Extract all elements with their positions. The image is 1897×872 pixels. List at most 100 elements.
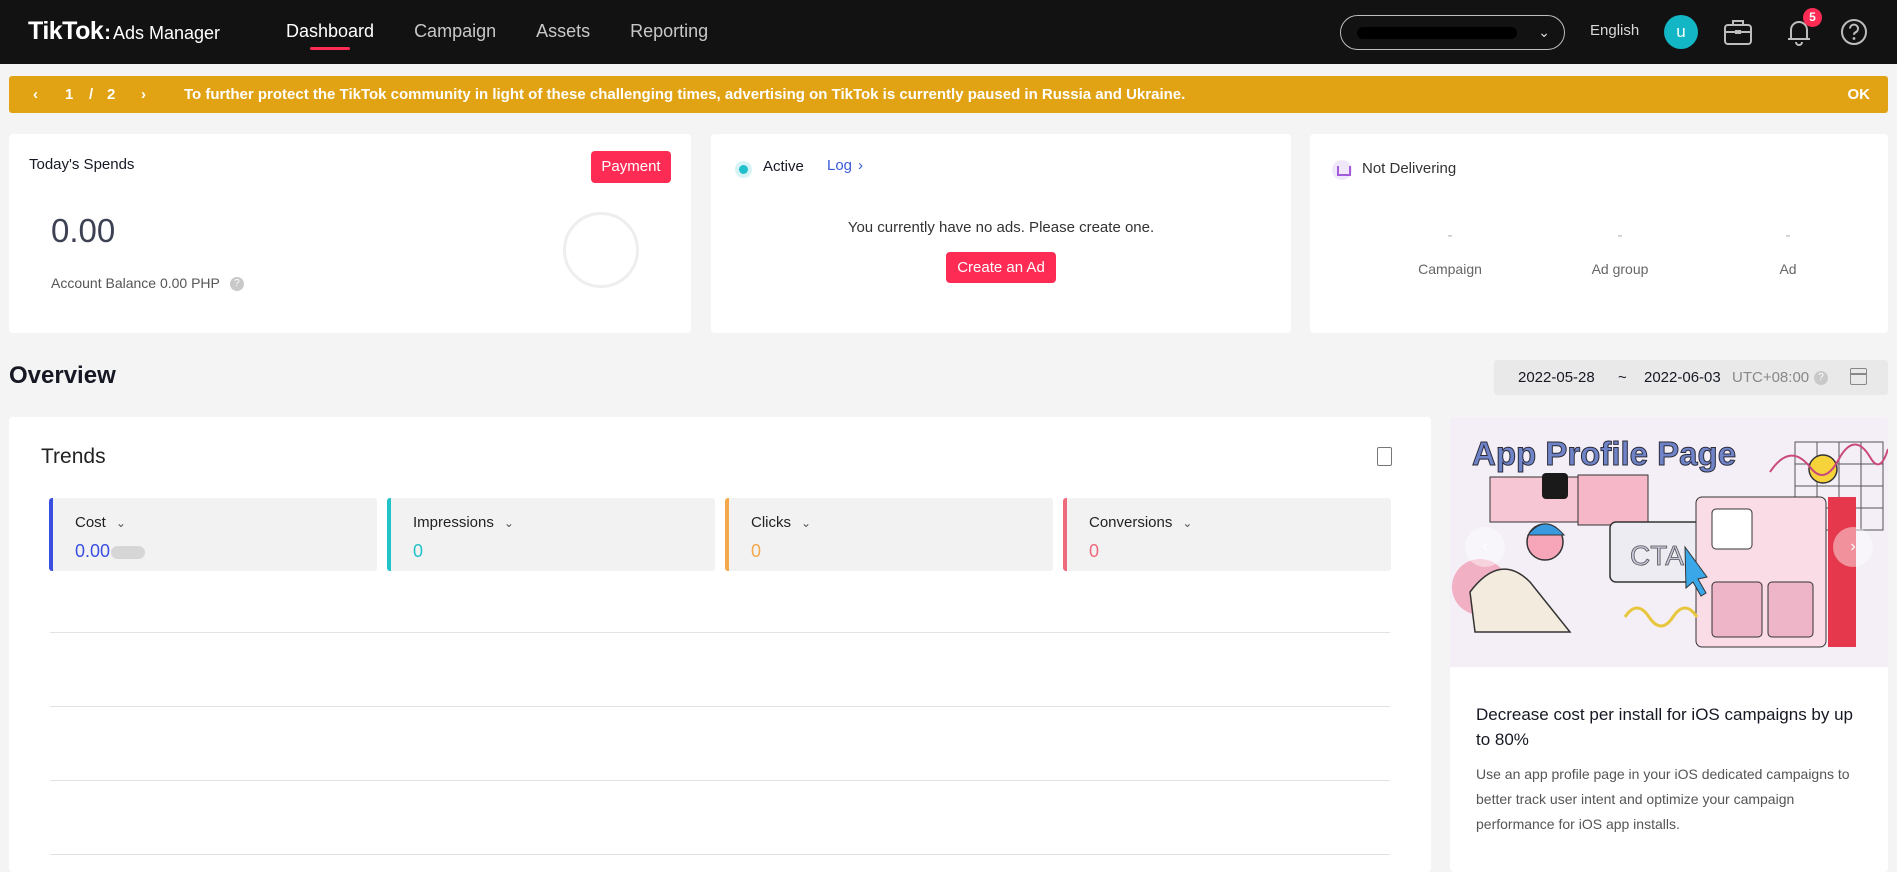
promo-art-title: App Profile Page xyxy=(1472,435,1736,472)
date-start[interactable]: 2022-05-28 xyxy=(1518,369,1595,386)
chart-gridline xyxy=(50,780,1390,781)
chevron-left-icon[interactable]: ‹ xyxy=(33,86,38,103)
metric-impressions-name[interactable]: Impressions ⌄ xyxy=(413,514,514,531)
metric-clicks-label: Clicks xyxy=(751,514,791,531)
metric-clicks-name[interactable]: Clicks ⌄ xyxy=(751,514,811,531)
chart-gridline xyxy=(50,854,1390,855)
info-icon[interactable]: ? xyxy=(229,277,244,292)
date-separator: ~ xyxy=(1618,369,1627,386)
timezone-label: UTC+08:00 xyxy=(1732,369,1810,386)
ad-group-stat[interactable]: - Ad group xyxy=(1560,227,1680,279)
promo-body: Use an app profile page in your iOS dedi… xyxy=(1476,766,1850,832)
user-avatar[interactable]: u xyxy=(1664,15,1698,49)
top-navigation: TikTok : Ads Manager Dashboard Campaign … xyxy=(0,0,1897,64)
tab-dashboard[interactable]: Dashboard xyxy=(286,0,374,64)
chart-gridline xyxy=(50,706,1390,707)
promo-banner[interactable]: App Profile Page CTA ‹ › Decrease cost p… xyxy=(1450,417,1888,872)
notice-page-current: 1 xyxy=(65,86,74,103)
chevron-down-icon: ⌄ xyxy=(801,516,812,530)
date-end[interactable]: 2022-06-03 xyxy=(1644,369,1721,386)
promo-illustration: App Profile Page CTA ‹ › xyxy=(1450,417,1888,667)
chevron-down-icon: ⌄ xyxy=(503,516,514,530)
campaign-stat-value: - xyxy=(1447,227,1453,244)
account-selector[interactable]: ⌄ xyxy=(1340,15,1565,50)
metric-conversions-value: 0 xyxy=(1089,541,1100,561)
chevron-down-icon: ⌄ xyxy=(1538,24,1550,40)
metric-cost-label: Cost xyxy=(75,514,106,531)
loading-placeholder xyxy=(111,545,146,559)
promo-headline: Decrease cost per install for iOS campai… xyxy=(1476,705,1854,749)
metric-cost[interactable]: Cost ⌄ 0.00 xyxy=(49,498,377,571)
campaign-stat-label: Campaign xyxy=(1418,261,1482,277)
active-ads-card: Active Log › You currently have no ads. P… xyxy=(711,134,1291,333)
tab-reporting[interactable]: Reporting xyxy=(630,0,708,64)
date-range-picker[interactable]: 2022-05-28 ~ 2022-06-03 UTC+08:00 ? xyxy=(1494,360,1888,395)
info-icon[interactable]: ? xyxy=(1814,371,1828,385)
ad-group-stat-value: - xyxy=(1617,227,1623,244)
payment-button[interactable]: Payment xyxy=(591,151,671,183)
promo-next-arrow[interactable]: › xyxy=(1833,527,1873,567)
metric-impressions-value: 0 xyxy=(413,541,424,561)
redacted-account-name xyxy=(1357,27,1517,39)
ad-stat[interactable]: - Ad xyxy=(1728,227,1848,279)
metric-clicks-value: 0 xyxy=(751,541,762,561)
chevron-down-icon: ⌄ xyxy=(1182,516,1193,530)
export-icon[interactable] xyxy=(1377,447,1392,466)
metric-conversions-name[interactable]: Conversions ⌄ xyxy=(1089,514,1192,531)
notice-ok-button[interactable]: OK xyxy=(1848,86,1871,103)
trends-panel: Trends Cost ⌄ 0.00 Impressions ⌄ 0 Clicks ⌄… xyxy=(9,417,1431,872)
promo-prev-arrow[interactable]: ‹ xyxy=(1465,527,1505,567)
no-ads-message: You currently have no ads. Please create… xyxy=(847,219,1155,236)
trends-title: Trends xyxy=(41,445,106,468)
metric-conversions-label: Conversions xyxy=(1089,514,1173,531)
chart-gridline xyxy=(50,632,1390,633)
notice-page-separator: / xyxy=(89,86,94,103)
ad-stat-value: - xyxy=(1785,227,1791,244)
metric-impressions-label: Impressions xyxy=(413,514,494,531)
metric-conversions[interactable]: Conversions ⌄ 0 xyxy=(1063,498,1391,571)
logo-colon: : xyxy=(104,22,111,44)
tab-campaign[interactable]: Campaign xyxy=(414,0,496,64)
announcement-bar: ‹ 1 / 2 › To further protect the TikTok … xyxy=(9,76,1888,113)
main-tabs: Dashboard Campaign Assets Reporting xyxy=(286,0,748,64)
active-status-icon xyxy=(735,161,752,178)
spend-amount: 0.00 xyxy=(51,212,116,249)
language-switcher[interactable]: English xyxy=(1590,22,1639,39)
active-status-label: Active xyxy=(763,158,804,175)
account-balance: Account Balance 0.00 PHP? xyxy=(51,275,244,292)
overview-title: Overview xyxy=(9,362,116,389)
metric-cost-name[interactable]: Cost ⌄ xyxy=(75,514,126,531)
metric-cost-value: 0.00 xyxy=(75,541,111,561)
promo-art-cta: CTA xyxy=(1630,540,1684,571)
not-delivering-label: Not Delivering xyxy=(1362,160,1457,177)
calendar-icon[interactable] xyxy=(1850,368,1867,385)
log-link-label: Log xyxy=(827,157,853,174)
account-balance-text: Account Balance 0.00 PHP xyxy=(51,275,220,291)
metric-cost-value-row: 0.00 xyxy=(75,541,146,562)
ad-stat-label: Ad xyxy=(1779,261,1797,277)
logo-brand: TikTok xyxy=(28,17,104,45)
not-delivering-icon xyxy=(1332,160,1352,180)
logo-product: Ads Manager xyxy=(112,23,220,43)
chevron-right-icon[interactable]: › xyxy=(141,86,146,103)
ad-group-stat-label: Ad group xyxy=(1591,261,1649,277)
metric-clicks[interactable]: Clicks ⌄ 0 xyxy=(725,498,1053,571)
chevron-down-icon: ⌄ xyxy=(115,516,126,530)
notice-page-total: 2 xyxy=(107,86,116,103)
notification-count-badge: 5 xyxy=(1803,8,1822,27)
spend-ring-chart xyxy=(563,212,639,288)
todays-spends-title: Today's Spends xyxy=(29,156,135,173)
tiktok-ads-manager-logo[interactable]: TikTok : Ads Manager xyxy=(28,17,220,46)
not-delivering-card: Not Delivering - Campaign - Ad group - A… xyxy=(1310,134,1888,333)
todays-spends-card: Today's Spends Payment 0.00 Account Bala… xyxy=(9,134,691,333)
tab-assets[interactable]: Assets xyxy=(536,0,590,64)
log-link[interactable]: Log › xyxy=(827,157,863,174)
metric-impressions[interactable]: Impressions ⌄ 0 xyxy=(387,498,715,571)
notice-message: To further protect the TikTok community … xyxy=(184,86,1186,103)
app-profile-illustration: App Profile Page CTA xyxy=(1450,417,1888,667)
help-icon[interactable] xyxy=(1838,16,1870,48)
create-ad-button[interactable]: Create an Ad xyxy=(946,252,1056,283)
campaign-stat[interactable]: - Campaign xyxy=(1390,227,1510,279)
chevron-right-icon: › xyxy=(858,157,864,174)
briefcase-icon[interactable] xyxy=(1722,16,1754,48)
